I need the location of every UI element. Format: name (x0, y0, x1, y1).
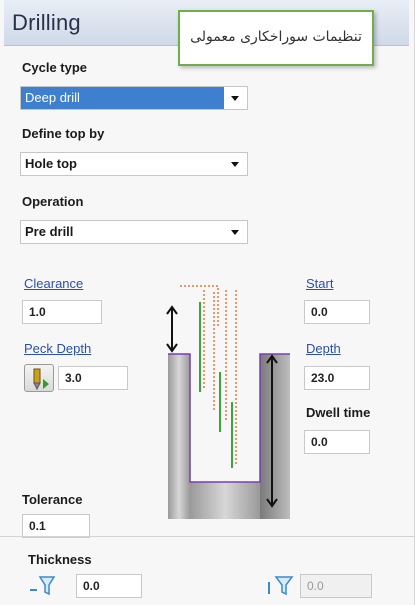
clearance-value: 1.0 (29, 305, 46, 319)
section-divider (0, 536, 415, 537)
cycle-type-select[interactable]: Deep drill (20, 86, 248, 110)
panel-title: Drilling (12, 10, 81, 35)
workpiece-right-wall (260, 354, 290, 519)
define-top-by-label: Define top by (22, 126, 105, 141)
thickness-left-input[interactable]: 0.0 (76, 574, 142, 598)
start-link[interactable]: Start (306, 276, 333, 291)
define-top-by-select[interactable]: Hole top (20, 152, 248, 176)
depth-input[interactable]: 23.0 (304, 366, 370, 390)
feed-paths (199, 302, 233, 468)
operation-label: Operation (22, 194, 84, 209)
cycle-type-selection: Deep drill (21, 87, 224, 109)
depth-link[interactable]: Depth (306, 341, 341, 356)
start-input[interactable]: 0.0 (304, 300, 370, 324)
peck-depth-input[interactable]: 3.0 (58, 366, 128, 390)
chevron-down-icon[interactable] (231, 230, 239, 235)
tolerance-input[interactable]: 0.1 (22, 514, 90, 538)
tolerance-value: 0.1 (29, 519, 46, 533)
workpiece-bottom (190, 482, 260, 519)
drill-tool-button[interactable] (24, 364, 54, 392)
clearance-arrow (166, 305, 178, 353)
drill-tool-icon (33, 368, 49, 391)
chevron-down-icon[interactable] (231, 162, 239, 167)
cycle-type-label: Cycle type (22, 60, 88, 75)
depth-value: 23.0 (311, 371, 335, 385)
tolerance-label: Tolerance (22, 492, 83, 507)
peck-depth-value: 3.0 (65, 371, 82, 385)
operation-value: Pre drill (25, 224, 74, 239)
peck-depth-link[interactable]: Peck Depth (24, 341, 91, 356)
operation-select[interactable]: Pre drill (20, 220, 248, 244)
clearance-input[interactable]: 1.0 (22, 300, 102, 324)
dwell-time-value: 0.0 (311, 435, 328, 449)
cycle-type-value: Deep drill (25, 90, 80, 105)
dwell-time-label: Dwell time (306, 405, 371, 420)
define-top-by-value: Hole top (25, 156, 77, 171)
thickness-right-input[interactable]: 0.0 (300, 574, 372, 598)
thickness-label: Thickness (28, 552, 92, 567)
workpiece-left-wall (168, 354, 190, 519)
drilling-panel: Drilling تنظیمات سوراخکاری معمولی Cycle … (0, 0, 415, 605)
thickness-right-value: 0.0 (307, 579, 324, 593)
drilling-diagram (166, 285, 290, 519)
start-value: 0.0 (311, 305, 328, 319)
thickness-filter-icon[interactable] (28, 574, 58, 598)
clearance-link[interactable]: Clearance (24, 276, 83, 291)
thickness-filter-icon[interactable] (266, 574, 296, 598)
chevron-down-icon[interactable] (231, 96, 239, 101)
thickness-left-value: 0.0 (83, 579, 100, 593)
dwell-time-input[interactable]: 0.0 (304, 430, 370, 454)
annotation-callout: تنظیمات سوراخکاری معمولی (178, 10, 374, 66)
